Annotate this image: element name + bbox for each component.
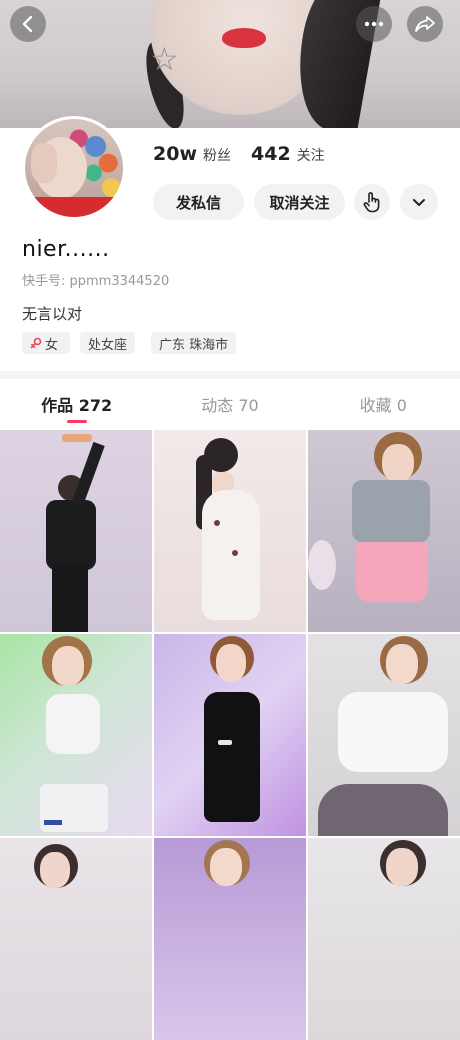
gesture-button[interactable] xyxy=(354,184,390,220)
active-tab-indicator xyxy=(66,420,87,423)
avatar[interactable] xyxy=(22,116,126,220)
share-icon xyxy=(415,16,435,32)
video-grid xyxy=(0,430,460,1040)
video-thumbnail[interactable] xyxy=(308,430,460,632)
video-thumbnail[interactable] xyxy=(0,634,152,836)
female-icon xyxy=(30,337,42,349)
tab-works[interactable]: 作品 272 xyxy=(0,381,153,427)
video-thumbnail[interactable] xyxy=(154,430,306,632)
profile-stats: 20w 粉丝 442 关注 xyxy=(153,143,325,165)
bio: 无言以对 xyxy=(22,305,83,323)
content-tabs: 作品 272 动态 70 收藏 0 xyxy=(0,381,460,427)
video-thumbnail[interactable] xyxy=(154,838,306,1040)
back-button[interactable] xyxy=(10,6,46,42)
followers-count: 20w xyxy=(153,143,197,165)
user-id[interactable]: 快手号: ppmm3344520 xyxy=(22,270,169,289)
chevron-down-icon xyxy=(413,198,425,206)
following-count: 442 xyxy=(251,143,291,165)
share-button[interactable] xyxy=(407,6,443,42)
video-thumbnail[interactable] xyxy=(308,838,460,1040)
tab-moments-label: 动态 70 xyxy=(201,396,259,415)
hand-pointer-icon xyxy=(363,192,380,213)
unfollow-button[interactable]: 取消关注 xyxy=(254,184,345,220)
video-thumbnail[interactable] xyxy=(308,634,460,836)
section-divider xyxy=(0,371,460,379)
gender-label: 女 xyxy=(45,337,59,353)
followers-label: 粉丝 xyxy=(203,148,231,164)
username: nier...... xyxy=(22,237,110,262)
tab-favorites[interactable]: 收藏 0 xyxy=(307,381,460,427)
tab-moments[interactable]: 动态 70 xyxy=(153,381,306,427)
video-thumbnail[interactable] xyxy=(154,634,306,836)
video-thumbnail[interactable] xyxy=(0,838,152,1040)
more-dots-icon xyxy=(364,21,384,27)
more-button[interactable] xyxy=(356,6,392,42)
tab-works-label: 作品 272 xyxy=(41,396,113,415)
location-tag: 广东 珠海市 xyxy=(151,332,237,354)
send-message-button[interactable]: 发私信 xyxy=(153,184,244,220)
zodiac-tag: 处女座 xyxy=(80,332,136,354)
expand-button[interactable] xyxy=(400,184,438,220)
video-thumbnail[interactable] xyxy=(0,430,152,632)
gender-tag: 女 xyxy=(22,332,70,354)
followers-stat[interactable]: 20w 粉丝 xyxy=(153,143,231,165)
following-label: 关注 xyxy=(296,148,325,164)
tab-favorites-label: 收藏 0 xyxy=(359,396,407,415)
back-arrow-icon xyxy=(22,15,33,33)
following-stat[interactable]: 442 关注 xyxy=(251,143,325,165)
